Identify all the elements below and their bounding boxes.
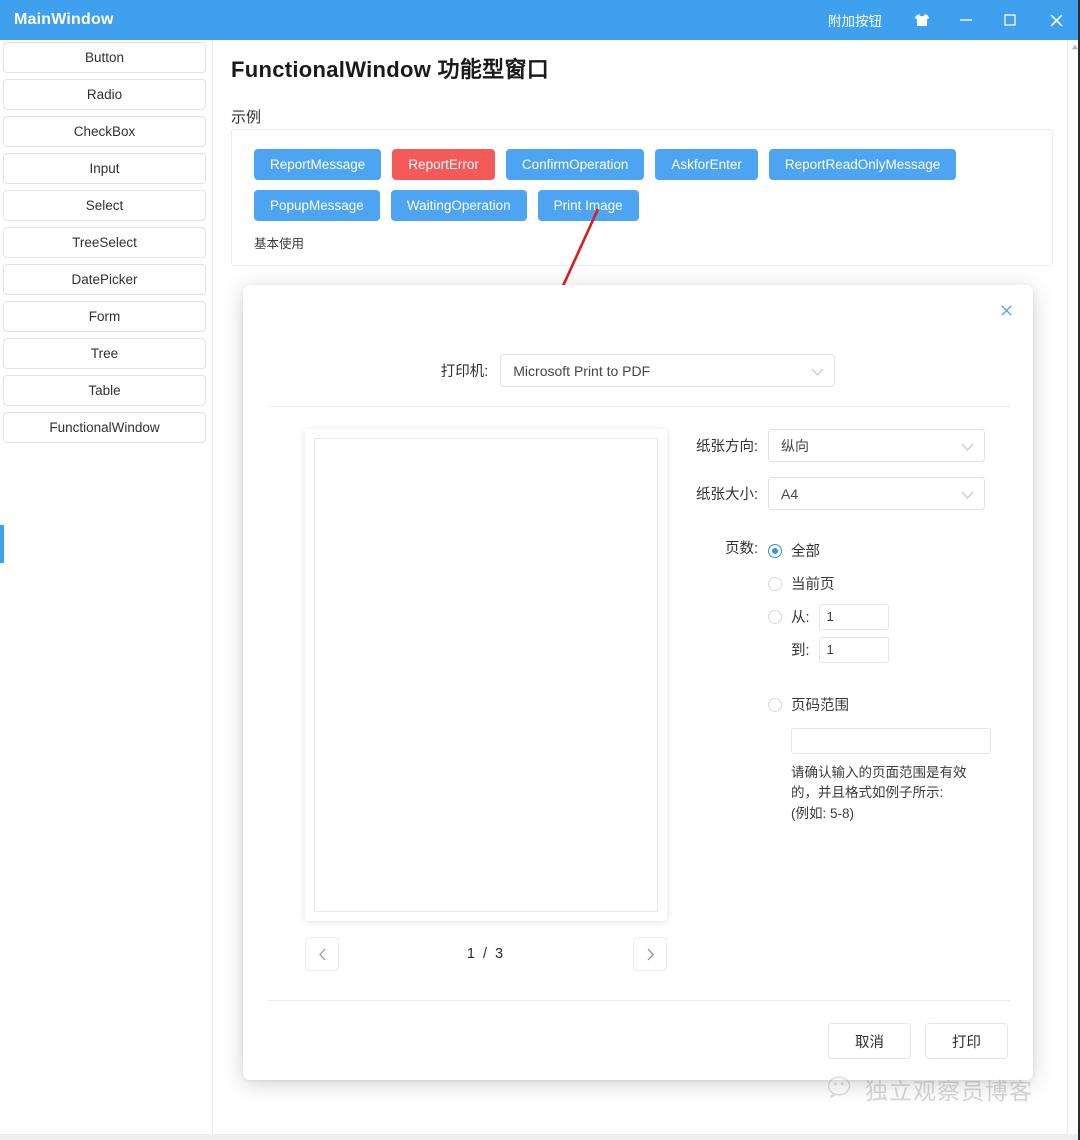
wechat-icon [828,1076,851,1099]
radio-from-indicator [768,609,782,624]
window-bottom-edge [0,1134,1080,1140]
printer-select-value: Microsoft Print to PDF [513,362,651,379]
popup-message-button[interactable]: PopupMessage [254,190,380,221]
sidebar-item-datepicker[interactable]: DatePicker [3,264,206,295]
pages-label: 页数: [724,541,758,557]
sidebar: Button Radio CheckBox Input Select TreeS… [0,40,213,1140]
radio-current-indicator [768,576,782,591]
to-label: 到: [791,643,810,659]
print-dialog: 打印机: Microsoft Print to PDF 1 / 3 纸张方向: … [243,285,1033,1080]
chevron-down-icon [961,486,974,502]
section-title: 示例 [231,109,262,126]
sidebar-accent-marker [0,525,4,563]
radio-all-indicator [768,543,782,558]
radio-option-current-page[interactable]: 当前页 [768,567,1010,600]
watermark-text: 独立观察员博客 [865,1078,1033,1104]
demo-note: 基本使用 [254,237,305,251]
report-readonly-message-button[interactable]: ReportReadOnlyMessage [768,149,957,180]
dialog-footer: 取消 打印 [828,1023,1008,1059]
minimize-icon[interactable] [944,0,988,40]
title-bar: MainWindow 附加按钮 [0,0,1080,40]
paper-size-value: A4 [781,485,799,502]
paper-size-select[interactable]: A4 [768,477,985,510]
vertical-scrollbar[interactable] [1067,40,1080,1140]
paper-size-label: 纸张大小: [695,487,758,503]
orientation-row: 纸张方向: 纵向 [680,429,1010,462]
close-icon[interactable] [1032,0,1080,40]
next-page-button[interactable] [633,937,667,971]
sidebar-item-form[interactable]: Form [3,301,206,332]
sidebar-item-input[interactable]: Input [3,153,206,184]
app-window: MainWindow 附加按钮 Button Radio CheckBox In… [0,0,1080,1140]
pages-radio-group: 全部 当前页 从: 到: [768,534,1010,824]
preview-page [314,438,658,912]
page-indicator: 1 / 3 [466,946,506,962]
printer-select[interactable]: Microsoft Print to PDF [500,354,836,387]
to-page-input[interactable] [818,636,889,663]
sidebar-item-select[interactable]: Select [3,190,206,221]
chevron-down-icon [811,363,824,379]
page-title: FunctionalWindow 功能型窗口 [231,57,550,82]
report-message-button[interactable]: ReportMessage [254,149,382,180]
demo-button-row-1: ReportMessage ReportError ConfirmOperati… [232,130,1052,180]
print-image-button[interactable]: Print Image [537,190,639,221]
to-page-row: 到: [768,633,1010,666]
shirt-icon[interactable] [900,0,944,40]
page-range-hint-line-3: (例如: 5-8) [791,805,855,821]
page-range-hint: 请确认输入的页面范围是有效 的，并且格式如例子所示: (例如: 5-8) [791,763,996,824]
printer-label: 打印机: [440,364,489,380]
report-error-button[interactable]: ReportError [392,149,495,180]
print-options: 纸张方向: 纵向 纸张大小: A4 页数: 全部 当前页 从: 1 到: 1 页… [680,429,1010,824]
from-label: 从: [791,610,810,626]
chevron-down-icon [961,438,974,454]
sidebar-item-checkbox[interactable]: CheckBox [3,116,206,147]
page-range-hint-line-1: 请确认输入的页面范围是有效 [791,765,967,780]
watermark: 独立观察员博客 [828,1072,1033,1106]
print-button[interactable]: 打印 [925,1023,1008,1059]
pages-block: 页数: 全部 当前页 从: 1 到: 1 页码范围 请确认输入的页面范围是有效 … [680,534,1010,824]
window-title: MainWindow [14,11,114,28]
dialog-close-icon[interactable] [993,297,1019,323]
print-preview [305,429,667,921]
page-range-hint-line-2: 的，并且格式如例子所示: [791,785,944,801]
scroll-up-icon[interactable] [1068,40,1080,54]
orientation-label: 纸张方向: [695,439,758,455]
demo-button-row-2: PopupMessage WaitingOperation Print Imag… [232,180,1052,221]
radio-current-label: 当前页 [791,577,835,593]
sidebar-item-functionalwindow[interactable]: FunctionalWindow [3,412,206,443]
page-range-block: 页码范围 请确认输入的页面范围是有效 的，并且格式如例子所示: (例如: 5-8… [768,688,1010,824]
radio-option-from[interactable]: 从: [768,600,1010,633]
paper-size-row: 纸张大小: A4 [680,477,1010,510]
maximize-icon[interactable] [988,0,1032,40]
orientation-value: 纵向 [781,437,809,454]
cancel-button[interactable]: 取消 [828,1023,911,1059]
printer-row: 打印机: Microsoft Print to PDF [243,354,1033,387]
waiting-operation-button[interactable]: WaitingOperation [390,190,527,221]
ask-for-enter-button[interactable]: AskforEnter [655,149,758,180]
page-range-label: 页码范围 [791,698,849,714]
confirm-operation-button[interactable]: ConfirmOperation [505,149,645,180]
orientation-select[interactable]: 纵向 [768,429,985,462]
sidebar-item-table[interactable]: Table [3,375,206,406]
extra-button[interactable]: 附加按钮 [824,6,886,34]
radio-option-page-range[interactable]: 页码范围 [768,688,1010,721]
prev-page-button[interactable] [305,937,339,971]
dialog-divider-top [268,406,1010,407]
sidebar-item-button[interactable]: Button [3,42,206,73]
sidebar-item-radio[interactable]: Radio [3,79,206,110]
radio-all-label: 全部 [791,544,820,560]
sidebar-item-tree[interactable]: Tree [3,338,206,369]
sidebar-item-treeselect[interactable]: TreeSelect [3,227,206,258]
page-range-input[interactable] [791,728,991,754]
radio-option-all[interactable]: 全部 [768,534,1010,567]
from-page-input[interactable] [818,603,889,630]
radio-page-range-indicator [768,697,782,712]
preview-pager: 1 / 3 [305,937,667,971]
dialog-divider-bottom [268,1000,1010,1001]
demo-card: ReportMessage ReportError ConfirmOperati… [231,129,1053,266]
